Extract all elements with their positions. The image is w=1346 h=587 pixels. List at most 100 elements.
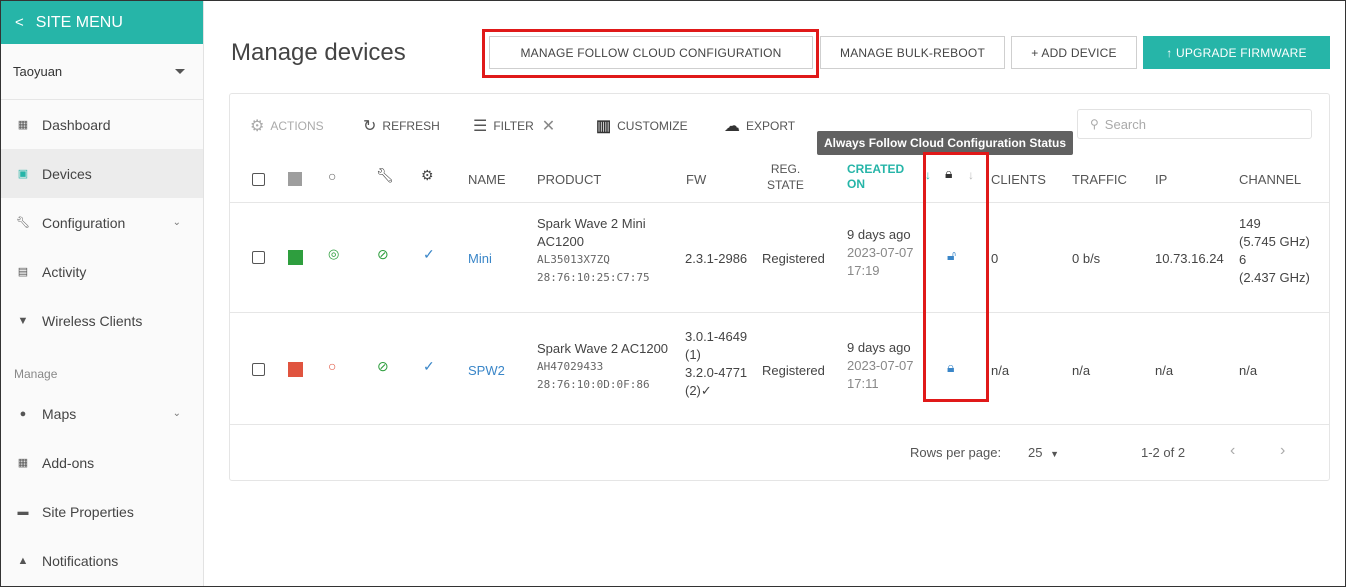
traffic-cell: 0 b/s <box>1072 251 1101 266</box>
gear-icon: ⚙ <box>250 118 265 135</box>
device-name-link[interactable]: SPW2 <box>468 362 505 380</box>
row-checkbox-spw2[interactable] <box>252 363 265 376</box>
clear-filter-icon[interactable]: ✕ <box>542 116 555 136</box>
manage-follow-cloud-button[interactable]: MANAGE FOLLOW CLOUD CONFIGURATION <box>489 36 813 69</box>
export-label: EXPORT <box>746 119 796 133</box>
sort-down-arrow-icon[interactable]: ↓ <box>925 168 931 182</box>
column-created-on[interactable]: CREATED ON <box>847 162 904 192</box>
fw-version-2-index: (2)✓ <box>685 383 712 398</box>
devices-table-card: ⚙ ACTIONS ↻ REFRESH ☰ FILTER ✕ ▥ CUSTOMI… <box>229 93 1330 481</box>
checkmark-icon: ✓ <box>423 358 435 374</box>
sidebar-item-configuration[interactable]: 🔧︎ Configuration ⌄ <box>1 198 203 247</box>
row-divider <box>230 312 1329 313</box>
sidebar-item-label: Site Properties <box>42 503 134 520</box>
serial-number: AH47029433 <box>537 360 604 373</box>
sidebar-item-notifications[interactable]: ▲ Notifications <box>1 536 203 585</box>
sidebar-item-label: Add-ons <box>42 454 95 471</box>
manage-bulk-reboot-button[interactable]: MANAGE BULK-REBOOT <box>820 36 1005 69</box>
column-traffic[interactable]: TRAFFIC <box>1072 171 1127 189</box>
sidebar-item-dashboard[interactable]: ▦ Dashboard <box>1 100 203 149</box>
connection-column-icon: ○ <box>328 168 337 184</box>
sidebar-item-site-properties[interactable]: ▬ Site Properties <box>1 487 203 536</box>
product-model: Spark Wave 2 Mini <box>537 216 646 231</box>
created-relative: 9 days ago <box>847 227 911 242</box>
unlocked-lock-icon[interactable]: 🔓︎ <box>947 247 956 264</box>
prev-page-icon[interactable]: ‹ <box>1230 442 1235 460</box>
filter-label: FILTER <box>493 119 534 133</box>
ip-cell: n/a <box>1155 363 1174 378</box>
lock-column-icon[interactable]: 🔒︎ <box>945 165 952 182</box>
channel-24ghz-freq: (2.437 GHz) <box>1239 270 1310 285</box>
sidebar: < SITE MENU Taoyuan ▦ Dashboard ▣ Device… <box>1 1 204 587</box>
add-device-button[interactable]: + ADD DEVICE <box>1011 36 1137 69</box>
map-pin-icon: ● <box>19 407 27 420</box>
column-created-line2: ON <box>847 177 865 191</box>
sidebar-item-maps[interactable]: ● Maps ⌄ <box>1 389 203 438</box>
upgrade-firmware-button[interactable]: ↑ UPGRADE FIRMWARE <box>1143 36 1330 69</box>
product-model-suffix: AC1200 <box>537 234 584 249</box>
sidebar-item-label: Maps <box>42 405 77 422</box>
chevron-left-icon[interactable]: < <box>15 14 24 31</box>
table-toolbar: ⚙ ACTIONS ↻ REFRESH ☰ FILTER ✕ ▥ CUSTOMI… <box>230 94 1329 154</box>
export-button[interactable]: ☁ EXPORT <box>724 116 795 136</box>
sidebar-item-activity[interactable]: ▤ Activity <box>1 247 203 296</box>
created-time: 17:19 <box>847 263 880 278</box>
status-offline-indicator <box>288 362 303 377</box>
product-cell: Spark Wave 2 AC1200 AH47029433 28:76:10:… <box>537 340 668 394</box>
fw-version-1-index: (1) <box>685 347 701 362</box>
row-divider <box>230 424 1329 425</box>
column-fw[interactable]: FW <box>686 171 706 189</box>
locked-lock-icon[interactable]: 🔒︎ <box>947 359 954 376</box>
customize-label: CUSTOMIZE <box>617 119 688 133</box>
rows-per-page-select[interactable]: 25 ▼ <box>1028 445 1059 460</box>
status-online-indicator <box>288 250 303 265</box>
sidebar-item-add-ons[interactable]: ▦ Add-ons <box>1 438 203 487</box>
created-date: 2023-07-07 <box>847 358 914 373</box>
sort-arrow-icon[interactable]: ↓ <box>968 168 974 182</box>
refresh-button[interactable]: ↻ REFRESH <box>363 116 440 136</box>
search-input[interactable]: ⚲ Search <box>1077 109 1312 139</box>
column-ip[interactable]: IP <box>1155 171 1167 189</box>
device-name-link[interactable]: Mini <box>468 250 492 268</box>
channel-cell: 149 (5.745 GHz) 6 (2.437 GHz) <box>1239 215 1310 287</box>
column-reg-state[interactable]: REG. STATE <box>763 161 808 193</box>
reg-state-cell: Registered <box>762 363 825 378</box>
product-cell: Spark Wave 2 Mini AC1200 AL35013X7ZQ 28:… <box>537 215 650 287</box>
search-icon: ⚲ <box>1090 117 1099 131</box>
site-properties-icon: ▬ <box>17 505 29 518</box>
fw-version-2: 3.2.0-4771 <box>685 365 748 380</box>
select-all-checkbox[interactable] <box>252 173 265 186</box>
page-title: Manage devices <box>231 39 406 66</box>
channel-5ghz-freq: (5.745 GHz) <box>1239 234 1310 249</box>
clients-cell: n/a <box>991 363 1010 378</box>
site-selector[interactable]: Taoyuan <box>1 44 203 100</box>
product-model: Spark Wave 2 AC1200 <box>537 341 669 356</box>
dashboard-icon: ▦ <box>17 119 29 131</box>
customize-button[interactable]: ▥ CUSTOMIZE <box>596 116 688 136</box>
sidebar-item-devices[interactable]: ▣ Devices <box>1 149 203 198</box>
filter-icon: ☰ <box>473 118 488 135</box>
disconnected-circle-icon: ○ <box>328 358 337 374</box>
created-cell: 9 days ago 2023-07-07 17:11 <box>847 339 914 393</box>
column-channel[interactable]: CHANNEL <box>1239 171 1301 189</box>
actions-button[interactable]: ⚙ ACTIONS <box>250 116 324 136</box>
bell-icon: ▲ <box>17 554 29 567</box>
column-product[interactable]: PRODUCT <box>537 171 601 189</box>
sidebar-item-label: Dashboard <box>42 116 111 133</box>
devices-icon: ▣ <box>17 168 29 180</box>
row-checkbox-mini[interactable] <box>252 251 265 264</box>
sidebar-item-label: Notifications <box>42 552 119 569</box>
filter-button[interactable]: ☰ FILTER ✕ <box>473 116 555 136</box>
site-menu-header[interactable]: < SITE MENU <box>1 1 203 44</box>
rows-per-page-label: Rows per page: <box>910 445 1002 460</box>
next-page-icon[interactable]: › <box>1280 442 1285 460</box>
column-name[interactable]: NAME <box>468 171 506 189</box>
chevron-down-icon: ⌄ <box>172 217 181 228</box>
site-menu-label: SITE MENU <box>35 13 123 31</box>
sidebar-item-wireless-clients[interactable]: ▼ Wireless Clients <box>1 296 203 345</box>
actions-label: ACTIONS <box>270 119 324 133</box>
wifi-icon: ▼ <box>17 314 29 327</box>
add-ons-icon: ▦ <box>17 457 29 469</box>
column-clients[interactable]: CLIENTS <box>991 171 1046 189</box>
columns-icon: ▥ <box>596 118 612 135</box>
